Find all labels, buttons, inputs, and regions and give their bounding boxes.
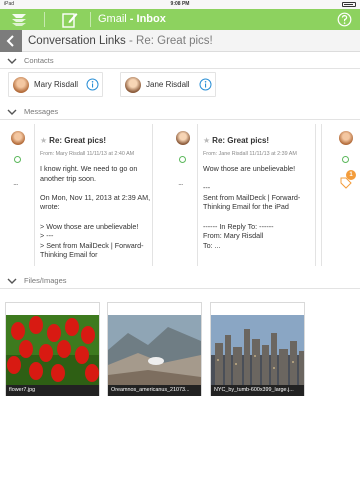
messages-section-header[interactable]: Messages [0,104,360,120]
avatar [125,77,141,93]
message-body: I know right. We need to go on another t… [40,164,151,260]
message-subject: Re: Great pics! [49,136,107,145]
flower-image [6,315,99,385]
info-icon[interactable] [199,78,212,91]
contact-chip[interactable]: Mary Risdall [8,72,103,97]
battery-icon [342,2,356,7]
contacts-section-header[interactable]: Contacts [0,53,360,69]
chevron-down-icon [7,58,17,64]
account-name: Gmail [98,13,127,25]
star-icon[interactable]: ★ [203,136,210,145]
message-subject: Re: Great pics! [212,136,270,145]
conversation-header: Conversation Links - Re: Great pics! [0,30,360,52]
section-label: Files/Images [24,276,67,285]
message-subject-row: ★ Re: Great pics! [40,136,106,146]
mountain-goat-image [108,315,201,385]
title-separator: - [126,13,137,25]
section-label: Contacts [24,56,54,65]
back-button[interactable] [0,30,22,52]
section-label: Messages [24,107,59,116]
message-from: From: Jane Risdall 11/11/13 at 2:39 AM [203,151,297,157]
contact-name: Mary Risdall [34,80,79,89]
unread-circle-icon[interactable] [179,156,186,163]
clock: 9:08 PM [170,1,190,7]
files-section-header[interactable]: Files/Images [0,273,360,289]
appbar-divider [90,12,91,27]
message-rail: 1 [333,121,360,273]
unread-circle-icon[interactable] [14,156,21,163]
file-name: flower7.jpg [6,385,99,396]
file-thumbnail[interactable]: flower7.jpg [5,302,100,396]
city-skyline-image [211,315,304,385]
conversation-subject: Re: Great pics! [136,35,213,47]
message-rail: ... [5,121,35,273]
message-body: Wow those are unbelievable! --- Sent fro… [203,164,301,250]
avatar [11,131,25,145]
tag-icon[interactable]: 1 [340,170,356,189]
message-card[interactable]: ★ Re: Great pics! From: Jane Risdall 11/1… [197,124,316,266]
app-title: Gmail - Inbox [98,12,166,27]
chevron-down-icon [7,278,17,284]
avatar [339,131,353,145]
chevron-left-icon [6,35,14,47]
file-name: Oreamnos_americanus_21073... [108,385,201,396]
file-thumbnail[interactable]: Oreamnos_americanus_21073... [107,302,202,396]
message-card[interactable]: ★ Re: Great pics! From: Mary Risdall 11/1… [34,124,153,266]
avatar [176,131,190,145]
unread-circle-icon[interactable] [342,156,349,163]
more-icon[interactable]: ... [13,178,18,187]
help-icon[interactable] [337,12,352,27]
chevron-down-icon [7,109,17,115]
file-thumbnail[interactable]: NYC_by_tumb-600x399_large.j... [210,302,305,396]
file-name: NYC_by_tumb-600x399_large.j... [211,385,304,396]
compose-icon[interactable] [62,11,78,28]
status-bar: iPad 9:08 PM [0,0,360,9]
conversation-title: Conversation Links - Re: Great pics! [28,34,213,48]
message-subject-row: ★ Re: Great pics! [203,136,269,146]
contact-name: Jane Risdall [146,80,190,89]
avatar [13,77,29,93]
menu-stack-icon[interactable] [10,12,28,27]
star-icon[interactable]: ★ [40,136,47,145]
folder-name: Inbox [136,13,166,25]
tag-count-badge: 1 [346,170,356,180]
app-bar: Gmail - Inbox [0,9,360,30]
message-from: From: Mary Risdall 11/11/13 at 2:40 AM [40,151,135,157]
info-icon[interactable] [86,78,99,91]
more-icon[interactable]: ... [178,178,183,187]
contact-chip[interactable]: Jane Risdall [120,72,216,97]
messages-carousel[interactable]: ... ★ Re: Great pics! From: Mary Risdall … [0,121,360,273]
message-rail: ... [168,121,198,273]
appbar-divider [44,12,45,27]
conversation-section: Conversation Links [28,35,126,47]
title-separator: - [125,35,137,47]
